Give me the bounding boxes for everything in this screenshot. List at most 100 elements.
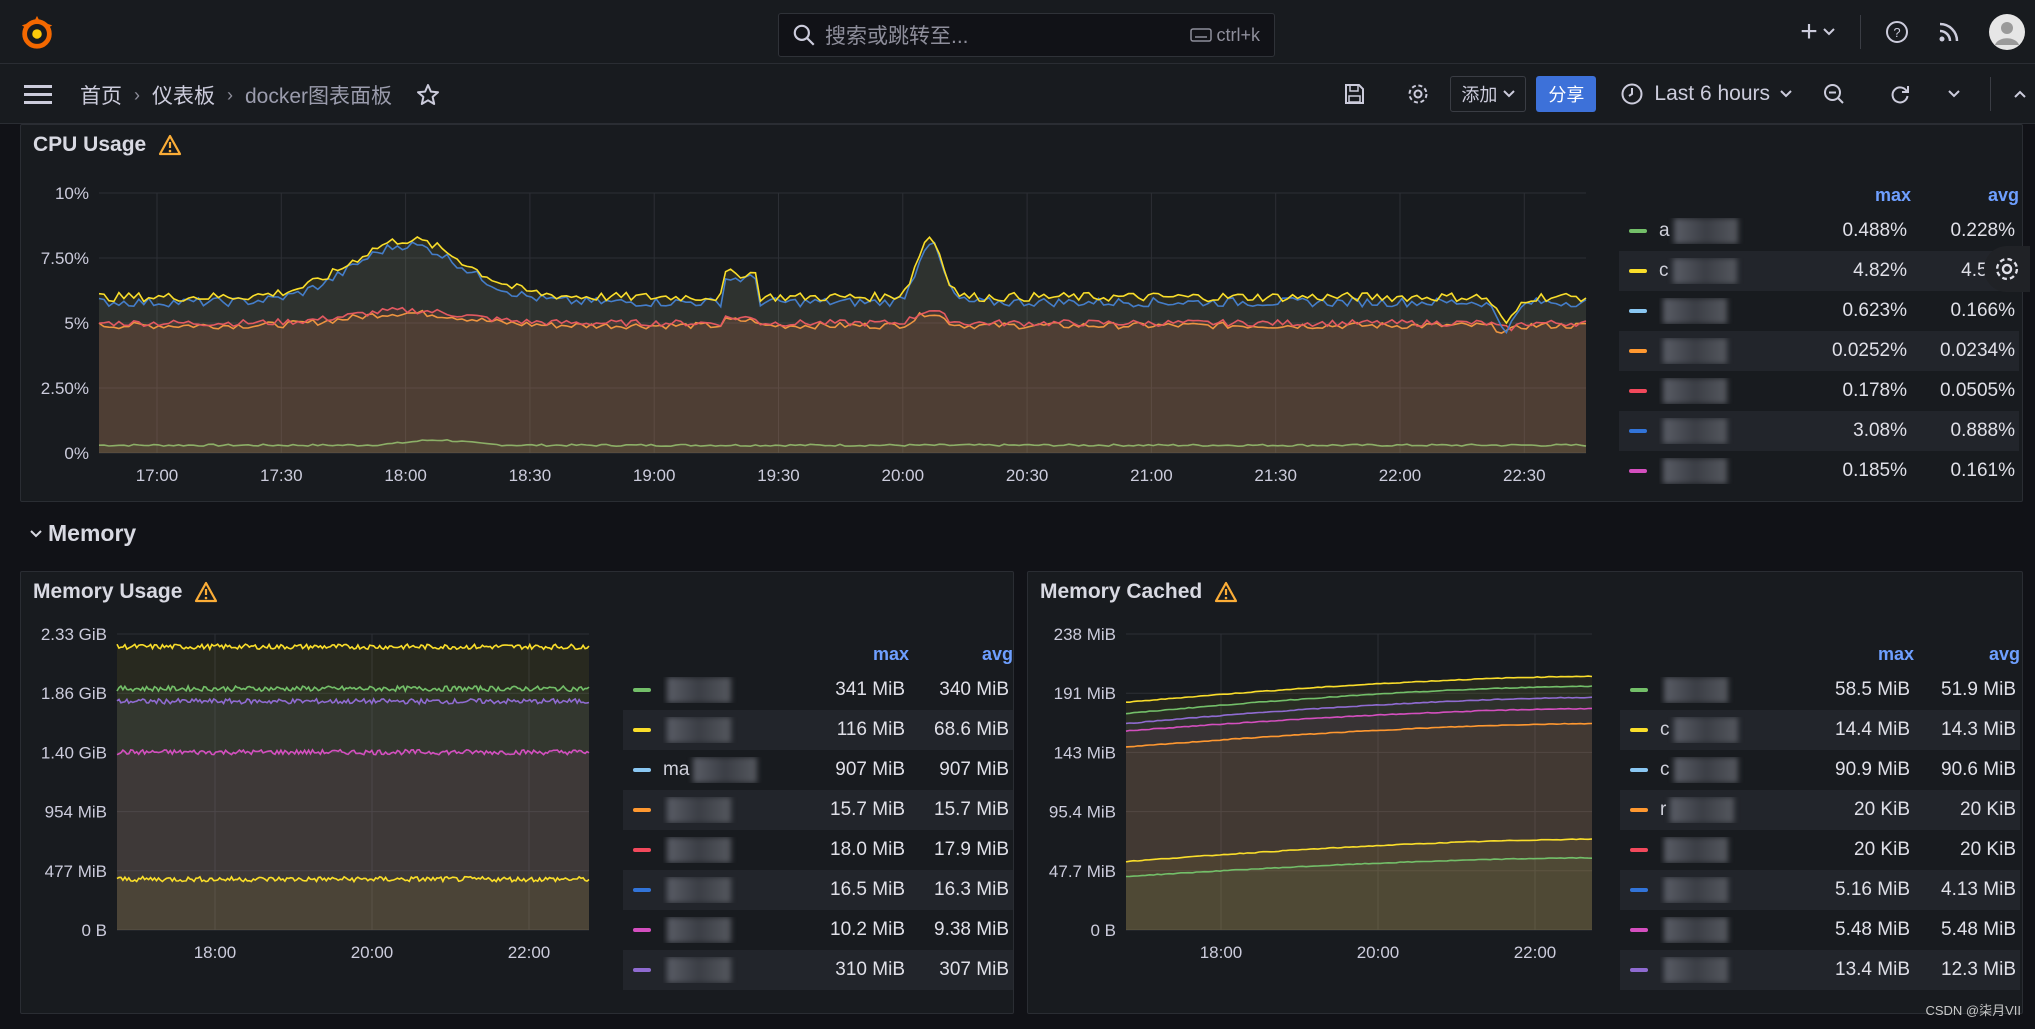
legend-avg-value: 907 MiB (939, 759, 1009, 780)
legend-row[interactable]: 3.08% 0.888% (1619, 411, 2019, 451)
new-button[interactable]: + (1790, 10, 1846, 54)
series-name[interactable] (663, 677, 763, 703)
series-name[interactable] (663, 917, 763, 943)
legend-row[interactable]: a 0.488% 0.228% (1619, 211, 2019, 251)
panel-title[interactable]: Memory Usage (33, 580, 218, 604)
legend-row[interactable]: 0.185% 0.161% (1619, 451, 2019, 491)
memory-cached-panel: Memory Cached 0 B 47.7 MiB 95.4 MiB 143 MiB… (1027, 571, 2023, 1014)
series-name[interactable]: c (1660, 757, 1760, 783)
chevron-down-icon (1823, 28, 1835, 36)
series-color-swatch (1629, 309, 1647, 313)
series-name[interactable] (663, 797, 763, 823)
legend-row[interactable]: 5.48 MiB 5.48 MiB (1620, 910, 2020, 950)
x-tick-label: 19:00 (633, 466, 676, 485)
legend-row[interactable]: 5.16 MiB 4.13 MiB (1620, 870, 2020, 910)
panel-title[interactable]: CPU Usage (33, 133, 182, 157)
legend-avg-value: 90.6 MiB (1941, 759, 2016, 780)
chevron-down-icon (1948, 90, 1960, 98)
legend-row[interactable]: c 14.4 MiB 14.3 MiB (1620, 710, 2020, 750)
series-name[interactable] (663, 837, 763, 863)
series-name[interactable] (663, 957, 763, 983)
grafana-logo-icon[interactable] (18, 14, 56, 52)
series-name[interactable] (1660, 837, 1760, 863)
series-name[interactable] (1660, 957, 1760, 983)
memory-cached-chart[interactable]: 0 B 47.7 MiB 95.4 MiB 143 MiB 191 MiB 238 MiB… (1028, 612, 1628, 1007)
legend-header: max avg (623, 638, 1013, 670)
series-name[interactable] (663, 877, 763, 903)
legend-row[interactable]: c4.82%4.50% (1619, 251, 2019, 291)
legend-avg-value: 16.3 MiB (934, 879, 1009, 900)
legend-max-value: 10.2 MiB (830, 919, 905, 940)
y-tick-label: 0 B (1090, 921, 1116, 940)
warning-icon[interactable] (1214, 581, 1238, 603)
series-name[interactable]: c (1659, 258, 1749, 284)
legend-header-avg[interactable]: avg (1911, 185, 2019, 206)
share-button[interactable]: 分享 (1536, 76, 1597, 112)
legend-row[interactable]: 10.2 MiB 9.38 MiB (623, 910, 1013, 950)
y-tick-label: 47.7 MiB (1049, 862, 1116, 881)
legend-row[interactable]: 310 MiB 307 MiB (623, 950, 1013, 990)
time-range-picker[interactable]: Last 6 hours (1612, 82, 1800, 106)
series-name[interactable] (663, 717, 763, 743)
legend-header-max[interactable]: max (797, 644, 909, 665)
warning-icon[interactable] (158, 134, 182, 156)
refresh-button[interactable] (1878, 72, 1922, 116)
series-name[interactable] (1659, 338, 1749, 364)
legend-row[interactable]: 18.0 MiB 17.9 MiB (623, 830, 1013, 870)
series-name[interactable] (1659, 378, 1749, 404)
news-button[interactable] (1919, 10, 1979, 54)
legend-header-avg[interactable]: avg (909, 644, 1013, 665)
settings-button[interactable] (1396, 72, 1440, 116)
help-button[interactable]: ? (1875, 10, 1919, 54)
legend-row[interactable]: 0.178% 0.0505% (1619, 371, 2019, 411)
user-avatar[interactable] (1979, 10, 2035, 54)
legend-row[interactable]: 16.5 MiB 16.3 MiB (623, 870, 1013, 910)
legend-row[interactable]: 13.4 MiB 12.3 MiB (1620, 950, 2020, 990)
series-name[interactable]: c (1660, 717, 1760, 743)
legend-row[interactable]: 116 MiB 68.6 MiB (623, 710, 1013, 750)
refresh-interval-button[interactable] (1932, 72, 1976, 116)
zoom-out-button[interactable] (1812, 72, 1856, 116)
star-icon[interactable] (416, 83, 440, 107)
series-name[interactable] (1660, 877, 1760, 903)
legend-row[interactable]: c 90.9 MiB 90.6 MiB (1620, 750, 2020, 790)
legend-header-avg[interactable]: avg (1914, 644, 2020, 665)
series-name[interactable]: ma (663, 757, 763, 783)
legend-row[interactable]: 341 MiB 340 MiB (623, 670, 1013, 710)
rss-icon (1939, 22, 1959, 42)
series-name[interactable] (1660, 677, 1760, 703)
memory-row-header[interactable]: Memory (30, 520, 136, 547)
series-name[interactable] (1659, 418, 1749, 444)
search-input[interactable]: 搜索或跳转至... ctrl+k (778, 13, 1275, 57)
menu-icon[interactable] (24, 82, 52, 106)
legend-row[interactable]: 0.623% 0.166% (1619, 291, 2019, 331)
legend-row[interactable]: 20 KiB 20 KiB (1620, 830, 2020, 870)
series-name[interactable] (1659, 298, 1749, 324)
collapse-button[interactable] (2005, 72, 2035, 116)
warning-icon[interactable] (194, 581, 218, 603)
series-name[interactable] (1659, 458, 1749, 484)
panel-title[interactable]: Memory Cached (1040, 580, 1238, 604)
breadcrumb-home[interactable]: 首页 (80, 80, 122, 110)
series-color-swatch (633, 728, 651, 732)
legend-row[interactable]: ma 907 MiB 907 MiB (623, 750, 1013, 790)
series-name[interactable]: a (1659, 218, 1749, 244)
series-name[interactable] (1660, 917, 1760, 943)
series-color-swatch (633, 928, 651, 932)
memory-usage-chart[interactable]: 0 B 477 MiB 954 MiB 1.40 GiB 1.86 GiB 2.33 Gi… (21, 612, 621, 1007)
legend-max-value: 5.48 MiB (1835, 919, 1910, 940)
series-name[interactable]: r (1660, 797, 1760, 823)
add-button[interactable]: 添加 (1450, 76, 1527, 112)
legend-header-max[interactable]: max (1781, 185, 1911, 206)
legend-row[interactable]: 58.5 MiB 51.9 MiB (1620, 670, 2020, 710)
legend-row[interactable]: 15.7 MiB 15.7 MiB (623, 790, 1013, 830)
share-label: 分享 (1548, 85, 1585, 105)
cpu-usage-chart[interactable]: 0% 2.50% 5% 7.50% 10% 17:00 17:30 18:00 18:30 19:… (21, 165, 1591, 495)
legend-row[interactable]: r 20 KiB 20 KiB (1620, 790, 2020, 830)
side-settings-button[interactable] (1984, 246, 2030, 292)
save-button[interactable] (1332, 72, 1376, 116)
legend-row[interactable]: 0.0252% 0.0234% (1619, 331, 2019, 371)
breadcrumb-dashboards[interactable]: 仪表板 (152, 80, 215, 110)
search-icon (793, 24, 815, 46)
legend-header-max[interactable]: max (1790, 644, 1914, 665)
